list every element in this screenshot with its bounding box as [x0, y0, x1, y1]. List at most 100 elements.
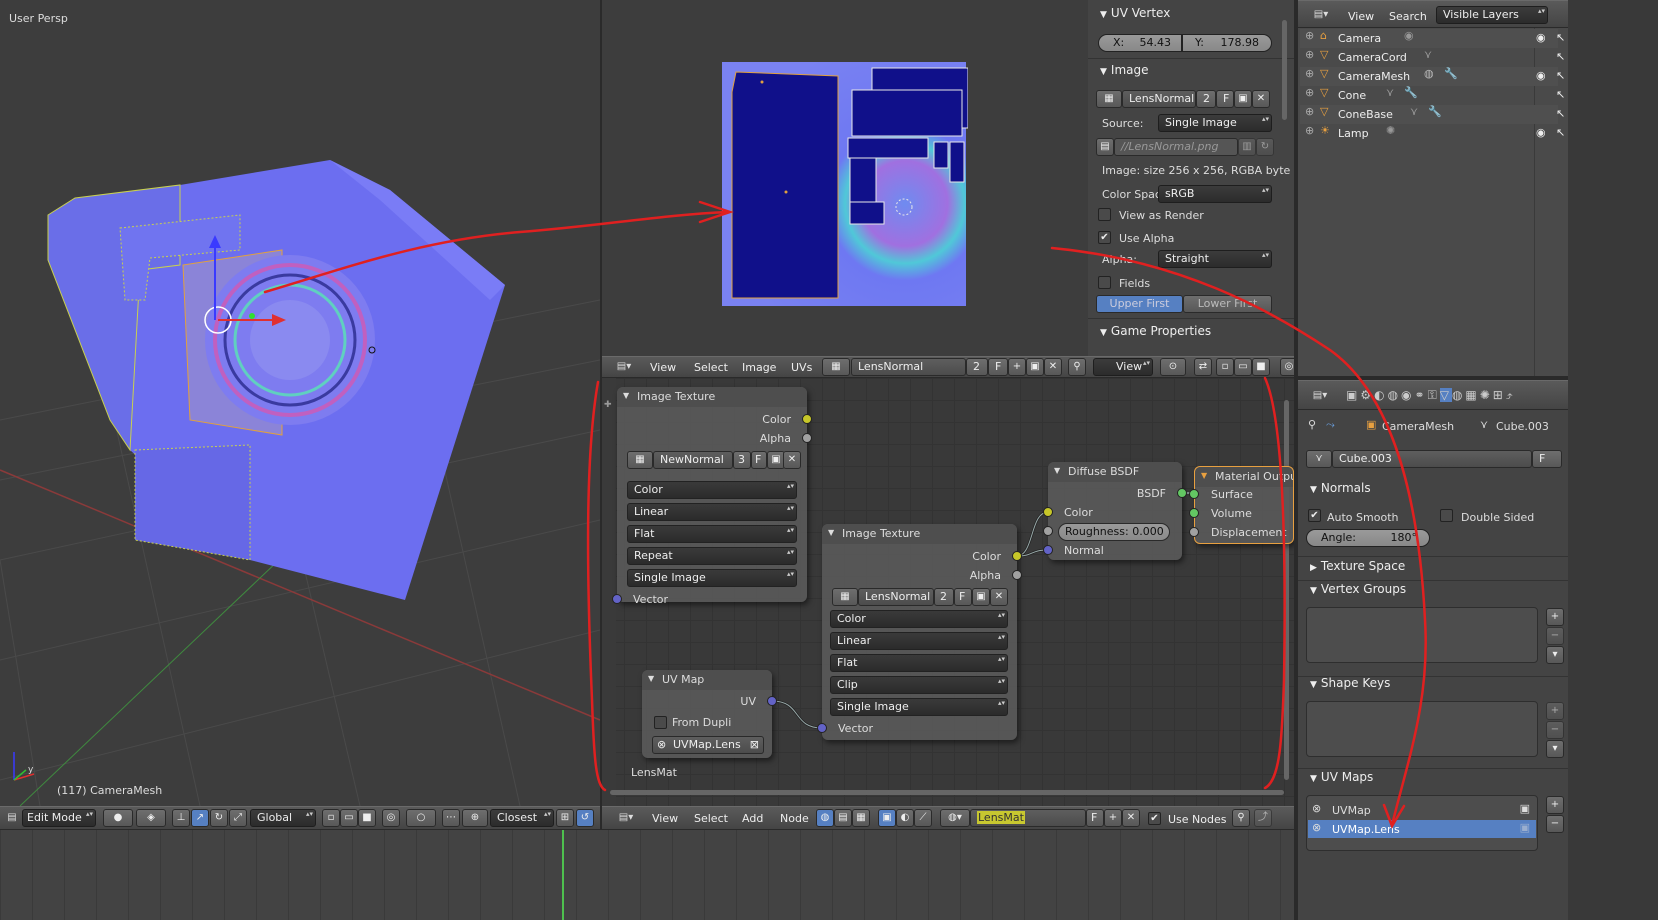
image-browse-icon[interactable]: ▦	[1096, 90, 1122, 108]
viewport-3d[interactable]: User Persp y (117) CameraMesh	[0, 0, 600, 806]
node-image-unlink-icon[interactable]: ✕	[990, 588, 1008, 606]
render-camera-icon[interactable]: ▣	[1520, 802, 1530, 815]
alpha-output-socket[interactable]	[802, 433, 812, 443]
color-space-select[interactable]: Color	[830, 610, 1008, 628]
uv-map-item[interactable]: ⊗ UVMap ▣	[1308, 801, 1536, 819]
uv-y-field[interactable]: Y: 178.98	[1182, 34, 1272, 52]
pin-icon[interactable]: ⚲	[1068, 358, 1086, 376]
uv-menu-uvs[interactable]: UVs	[791, 361, 812, 374]
node-menu-node[interactable]: Node	[780, 812, 809, 825]
mesh-name-field[interactable]: Cube.003	[1332, 450, 1532, 468]
object-shader-icon[interactable]: ▣	[878, 809, 896, 827]
editor-type-icon[interactable]: ▤▾	[1306, 388, 1334, 404]
shading-icon[interactable]: ●	[103, 809, 133, 827]
color-output-socket[interactable]	[1012, 551, 1022, 561]
collapse-icon[interactable]: ▼	[648, 674, 654, 683]
bsdf-output-socket[interactable]	[1177, 488, 1187, 498]
uv-vertex-mode-icon[interactable]: ▫	[1216, 358, 1234, 376]
node-image-fake[interactable]: F	[954, 588, 972, 606]
uv-map-item-selected[interactable]: ⊗ UVMap.Lens ▣	[1308, 820, 1536, 838]
uv-menu-image[interactable]: Image	[742, 361, 776, 374]
collapse-icon[interactable]: ▼	[623, 391, 629, 400]
game-properties-header[interactable]: ▼ Game Properties	[1100, 324, 1211, 346]
unlink-image-icon[interactable]: ✕	[1044, 358, 1062, 376]
snap-element-icon[interactable]: ⊕	[462, 809, 488, 827]
uv-map-remove-icon[interactable]: −	[1546, 815, 1564, 833]
image-texture-node-lensnormal[interactable]: Image Texture ▼ Color Alpha ▦ LensNormal…	[817, 524, 1022, 740]
rotate-icon[interactable]: ↻	[210, 809, 228, 827]
image-unlink-icon[interactable]: ✕	[1252, 90, 1270, 108]
uv-maps-header[interactable]: ▼ UV Maps	[1310, 770, 1373, 792]
proportional-icon[interactable]: ○	[406, 809, 436, 827]
source-select[interactable]: Single Image	[830, 698, 1008, 716]
uv-fake-user[interactable]: F	[988, 358, 1008, 376]
outliner-item-cameramesh[interactable]: ⊕ ▽ CameraMesh ◍ 🔧 ◉ ↖	[1300, 67, 1565, 86]
visibility-eye-icon[interactable]: ◉	[1536, 69, 1546, 82]
manipulator-icon[interactable]: ⊥	[172, 809, 190, 827]
context-tabs[interactable]: ▣⚙◐◍◉⚭⚿▽◍▦✺⊞⤴	[1346, 388, 1516, 403]
material-browse-icon[interactable]: ◍▾	[940, 809, 970, 827]
pin-icon[interactable]: ⚲	[1308, 418, 1316, 431]
outliner-item-lamp[interactable]: ⊕ ☀ Lamp ✺ ◉ ↖	[1300, 124, 1565, 143]
roughness-input-socket[interactable]	[1043, 526, 1053, 536]
double-sided-checkbox[interactable]	[1440, 509, 1453, 522]
alpha-select[interactable]: Straight	[1158, 250, 1272, 268]
colorspace-select[interactable]: sRGB	[1158, 185, 1272, 203]
clear-icon[interactable]: ⊠	[750, 737, 759, 753]
material-fake-user[interactable]: F	[1086, 809, 1104, 827]
shape-key-remove-icon[interactable]: −	[1546, 721, 1564, 739]
current-frame-line[interactable]	[562, 830, 564, 920]
normals-panel-header[interactable]: ▼ Normals	[1310, 481, 1371, 503]
image-browse-icon[interactable]: ▦	[832, 588, 858, 606]
snap-target-select[interactable]: Closest	[490, 809, 554, 827]
view-as-render-checkbox[interactable]	[1098, 208, 1111, 221]
node-image-unlink-icon[interactable]: ✕	[783, 451, 801, 469]
linestyle-icon[interactable]: ⟋	[914, 809, 932, 827]
material-output-node[interactable]: Material Outpu ▼ Surface Volume Displace…	[1189, 466, 1294, 544]
uv-output-socket[interactable]	[767, 696, 777, 706]
projection-select[interactable]: Flat	[830, 654, 1008, 672]
color-space-select[interactable]: Color	[627, 481, 797, 499]
uv-view-mode[interactable]: View	[1093, 358, 1153, 376]
use-alpha-checkbox[interactable]: ✔	[1098, 231, 1111, 244]
pin-icon[interactable]: ⚲	[1232, 809, 1250, 827]
color-input-socket[interactable]	[1043, 507, 1053, 517]
vertex-group-add-icon[interactable]: +	[1546, 608, 1564, 626]
shader-nodes-icon[interactable]: ◍	[816, 809, 834, 827]
outliner-menu-view[interactable]: View	[1348, 10, 1374, 23]
projection-select[interactable]: Flat	[627, 525, 797, 543]
uv-image-name[interactable]: LensNormal	[851, 358, 966, 376]
image-open-icon[interactable]: ▣	[1234, 90, 1252, 108]
roughness-field[interactable]: Roughness: 0.000	[1058, 523, 1170, 541]
parent-node-icon[interactable]: ⤴	[1254, 809, 1272, 827]
displacement-input-socket[interactable]	[1189, 527, 1199, 537]
node-menu-view[interactable]: View	[652, 812, 678, 825]
material-name-field[interactable]: LensMat	[970, 809, 1086, 827]
scale-icon[interactable]: ⤢	[229, 809, 247, 827]
visibility-eye-icon[interactable]: ◉	[1536, 31, 1546, 44]
use-nodes-checkbox[interactable]: ✔	[1148, 812, 1161, 825]
uv-map-node[interactable]: UV Map ▼ UV From Dupli ⊗ UVMap.Lens ⊠	[642, 670, 777, 758]
outliner-item-cone[interactable]: ⊕ ▽ Cone ⋎ 🔧 ↖	[1300, 86, 1565, 105]
extension-select[interactable]: Repeat	[627, 547, 797, 565]
mesh-browse-icon[interactable]: ⋎	[1306, 450, 1332, 468]
material-unlink-icon[interactable]: ✕	[1122, 809, 1140, 827]
mesh-fake-user[interactable]: F	[1532, 450, 1562, 468]
panel-scrollbar[interactable]	[1282, 20, 1287, 120]
editor-type-icon[interactable]: ▤▾	[612, 810, 640, 826]
render-icon[interactable]: ↺	[576, 809, 594, 827]
outliner-menu-search[interactable]: Search	[1389, 10, 1427, 23]
vertex-group-remove-icon[interactable]: −	[1546, 627, 1564, 645]
open-image-icon[interactable]: ▣	[1026, 358, 1044, 376]
fields-checkbox[interactable]	[1098, 276, 1111, 289]
interpolation-select[interactable]: Linear	[627, 503, 797, 521]
shape-key-menu-icon[interactable]: ▾	[1546, 740, 1564, 758]
new-image-icon[interactable]: +	[1008, 358, 1026, 376]
select-cursor-icon[interactable]: ↖	[1556, 31, 1565, 44]
vertex-group-menu-icon[interactable]: ▾	[1546, 646, 1564, 664]
edge-select-icon[interactable]: ▭	[340, 809, 358, 827]
visibility-eye-icon[interactable]: ◉	[1536, 126, 1546, 139]
pivot-icon[interactable]: ◈	[136, 809, 166, 827]
render-camera-icon[interactable]: ▣	[1520, 821, 1530, 834]
color-output-socket[interactable]	[802, 414, 812, 424]
